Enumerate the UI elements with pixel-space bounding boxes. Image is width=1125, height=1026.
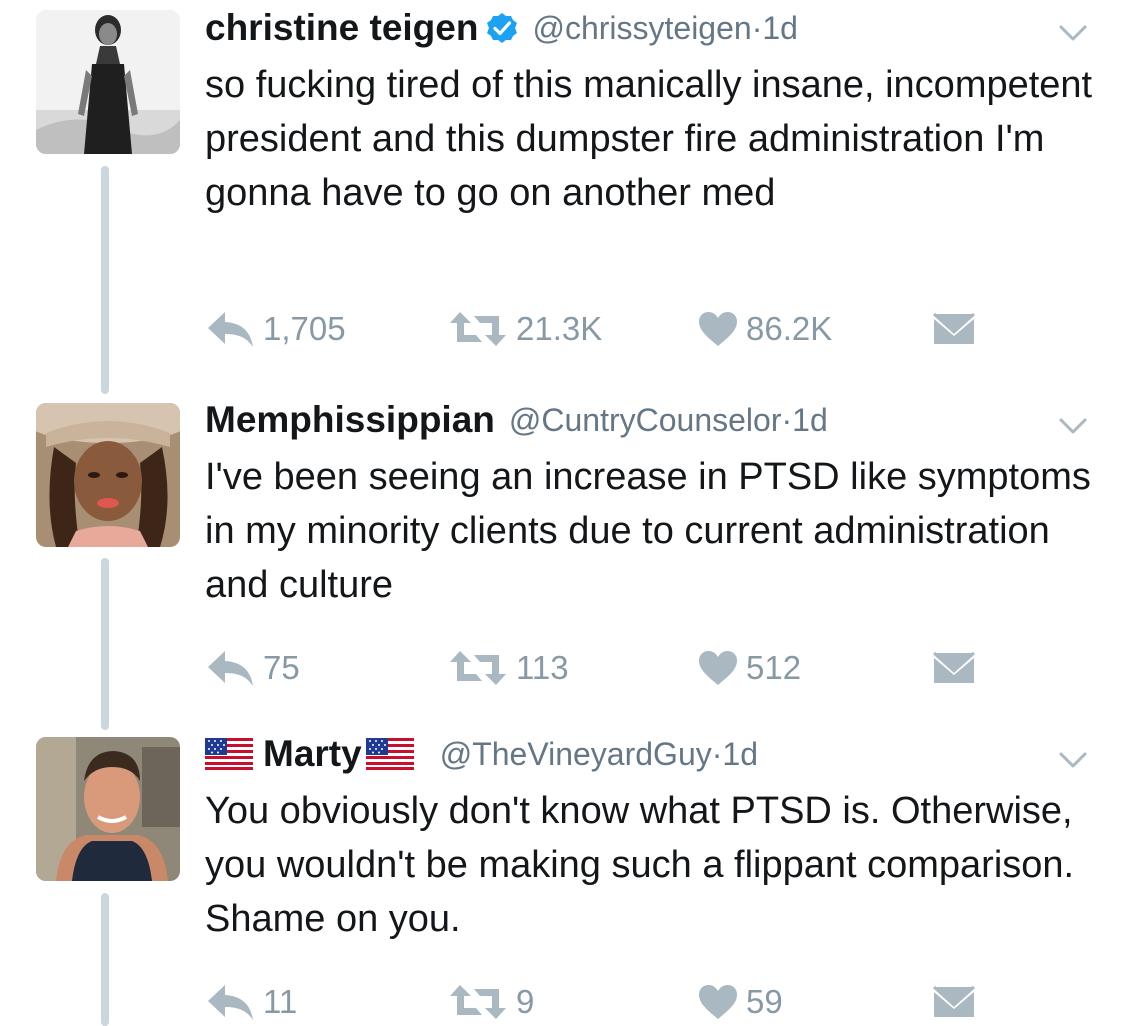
avatar[interactable] [36,403,180,547]
retweet-button[interactable]: 9 [448,980,534,1024]
reply-count: 11 [263,983,298,1020]
like-button[interactable]: 59 [698,980,783,1024]
timestamp[interactable]: 1d [722,736,758,773]
handle[interactable]: @CuntryCounselor [509,402,782,439]
heart-icon [698,984,738,1020]
retweet-count: 9 [516,983,535,1020]
reply-count: 75 [263,649,300,686]
like-count: 512 [746,649,802,686]
display-name[interactable]: christine teigen [205,7,478,49]
verified-badge-icon [487,13,518,43]
tweet-text: You obviously don't know what PTSD is. O… [205,790,1075,940]
heart-icon [698,311,738,347]
tweet-actions: 1,705 21.3K 86.2K [205,307,1005,351]
avatar-photo-icon [36,403,180,547]
retweet-icon [448,648,508,688]
reply-button[interactable]: 1,705 [205,307,346,351]
reply-icon [205,648,255,688]
tweet-header: Marty @TheVineyardGuy · 1d [205,732,758,776]
tweet-header: Memphissippian @CuntryCounselor · 1d [205,398,828,442]
retweet-count: 113 [516,649,569,686]
reply-icon [205,309,255,349]
direct-message-button[interactable] [932,980,976,1024]
us-flag-icon [205,738,253,770]
tweet-text: I've been seeing an increase in PTSD lik… [205,456,1091,606]
retweet-button[interactable]: 113 [448,646,569,690]
reply-icon [205,982,255,1022]
reply-button[interactable]: 11 [205,980,297,1024]
chevron-down-icon[interactable] [1058,751,1088,769]
thread-line [101,558,109,730]
direct-message-button[interactable] [932,307,976,351]
retweet-icon [448,982,508,1022]
like-button[interactable]: 86.2K [698,307,832,351]
like-button[interactable]: 512 [698,646,801,690]
display-name[interactable]: Memphissippian [205,399,495,441]
thread-line [101,893,109,1026]
tweet-actions: 11 9 59 [205,980,1005,1024]
chevron-down-icon[interactable] [1058,417,1088,435]
heart-icon [698,650,738,686]
timestamp[interactable]: 1d [762,10,798,47]
separator: · [781,401,793,438]
envelope-icon [932,650,976,686]
retweet-button[interactable]: 21.3K [448,307,602,351]
like-count: 86.2K [746,310,833,347]
envelope-icon [932,311,976,347]
thread-line [101,166,109,394]
chevron-down-icon[interactable] [1058,24,1088,42]
tweet-actions: 75 113 512 [205,646,1005,690]
envelope-icon [932,984,976,1020]
direct-message-button[interactable] [932,646,976,690]
avatar[interactable] [36,737,180,881]
tweet-header: christine teigen @chrissyteigen · 1d [205,6,798,50]
like-count: 59 [746,983,783,1020]
handle[interactable]: @chrissyteigen [532,10,751,47]
avatar[interactable] [36,10,180,154]
reply-count: 1,705 [263,310,346,347]
avatar-photo-icon [36,10,180,154]
timestamp[interactable]: 1d [792,402,828,439]
separator: · [751,9,763,46]
reply-button[interactable]: 75 [205,646,300,690]
separator: · [711,735,723,772]
retweet-icon [448,309,508,349]
avatar-photo-icon [36,737,180,881]
display-name[interactable]: Marty [263,733,362,775]
retweet-count: 21.3K [516,310,603,347]
handle[interactable]: @TheVineyardGuy [440,736,712,773]
tweet-text: so fucking tired of this manically insan… [205,64,1093,214]
us-flag-icon [366,738,414,770]
